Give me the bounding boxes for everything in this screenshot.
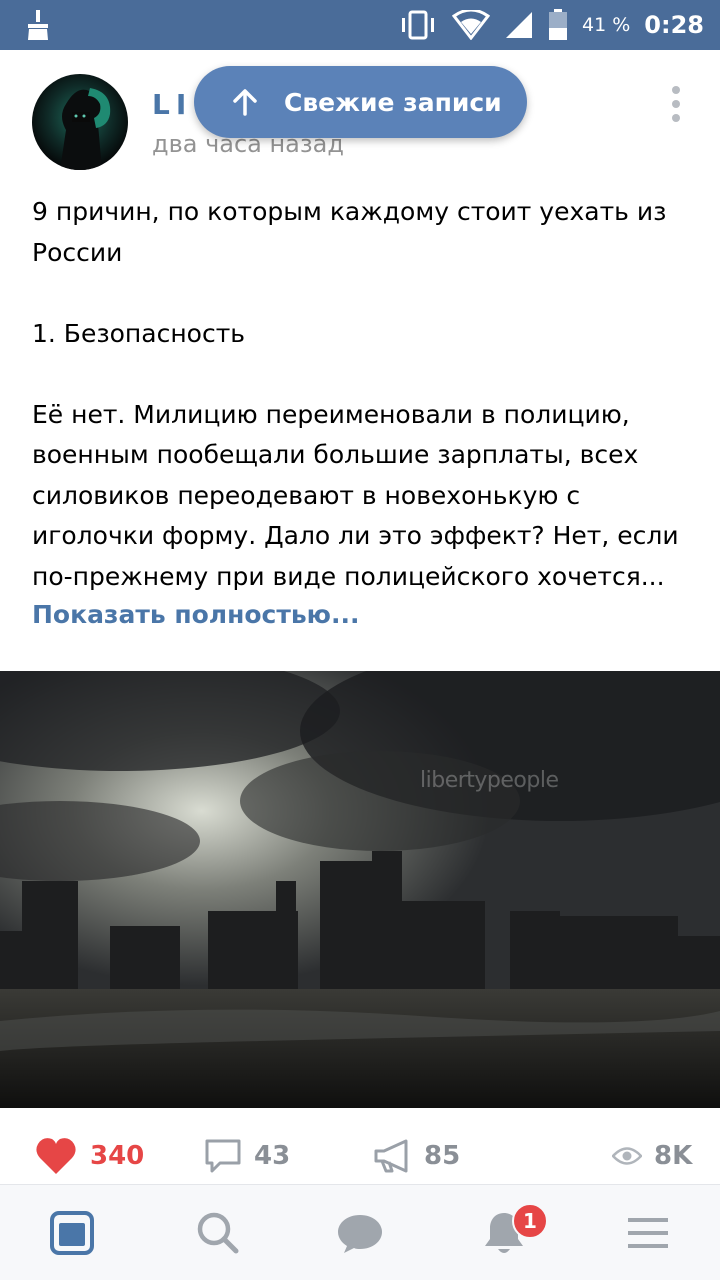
eye-icon [612, 1147, 642, 1165]
search-icon[interactable] [192, 1207, 244, 1259]
post-image[interactable]: libertypeople [0, 671, 720, 1108]
messages-icon[interactable] [334, 1207, 386, 1259]
vibrate-icon [402, 10, 435, 40]
heart-icon [36, 1138, 76, 1174]
fresh-posts-button[interactable]: Свежие записи [194, 66, 527, 138]
shares-count: 85 [424, 1141, 461, 1171]
views-counter: 8K [612, 1134, 692, 1178]
status-bar: 41 % 0:28 [0, 0, 720, 50]
author-name[interactable]: LI [152, 88, 192, 121]
comment-button[interactable]: 43 [204, 1134, 290, 1178]
comment-icon [205, 1139, 241, 1173]
author-avatar[interactable] [32, 74, 128, 170]
like-button[interactable]: 340 [34, 1134, 144, 1178]
battery-percent: 41 % [582, 14, 631, 36]
likes-count: 340 [90, 1141, 145, 1171]
clock: 0:28 [644, 11, 704, 39]
share-button[interactable]: 85 [372, 1134, 460, 1178]
battery-icon [549, 9, 568, 40]
menu-icon[interactable] [622, 1207, 674, 1259]
post-text: 9 причин, по которым каждому стоит уехат… [32, 197, 679, 591]
views-count: 8K [654, 1141, 693, 1171]
show-more-link[interactable]: Показать полностью... [32, 600, 359, 629]
fresh-posts-label: Свежие записи [284, 87, 502, 117]
avatar-figure [60, 88, 111, 170]
more-options-icon[interactable] [664, 84, 688, 124]
comments-count: 43 [254, 1141, 291, 1171]
image-watermark: libertypeople [420, 768, 559, 793]
news-icon[interactable] [46, 1207, 98, 1259]
city-ruins-picture [0, 671, 720, 1108]
broom-icon [28, 10, 48, 40]
wifi-icon [452, 10, 491, 40]
notifications-badge: 1 [512, 1203, 548, 1239]
bottom-nav [0, 1184, 720, 1280]
arrow-up-icon [233, 89, 257, 116]
post-actions: 340 43 85 8K [0, 1120, 720, 1190]
megaphone-icon [374, 1139, 408, 1173]
signal-icon [506, 12, 533, 38]
